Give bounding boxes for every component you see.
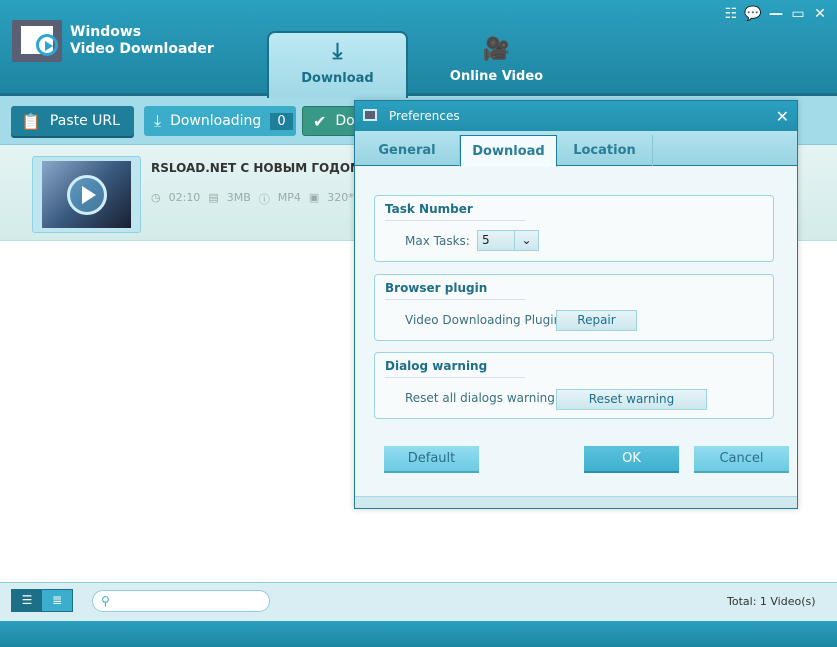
plugin-label: Video Downloading Plugin: (405, 313, 566, 327)
total-count: Total: 1 Video(s) (727, 595, 816, 608)
video-format: MP4 (277, 191, 301, 204)
list-view-icon[interactable]: ≣ (42, 590, 72, 611)
task-number-group: Task Number Max Tasks: 5 ⌄ (374, 195, 774, 262)
app-title: Windows Video Downloader (70, 24, 214, 58)
reset-warning-button[interactable]: Reset warning (556, 389, 707, 410)
max-tasks-select[interactable]: 5 ⌄ (477, 230, 539, 251)
downloading-count-badge: 0 (270, 112, 293, 130)
view-toggle: ☰ ≣ (11, 589, 73, 612)
tab-download-prefs[interactable]: Download (460, 135, 557, 167)
chevron-down-icon[interactable]: ⌄ (514, 231, 538, 250)
tab-download[interactable]: ⤓ Download (267, 31, 408, 98)
app-title-line2: Video Downloader (70, 41, 214, 57)
search-input[interactable]: ⚲ (92, 590, 270, 612)
group-heading: Dialog warning (385, 359, 525, 378)
dialog-warning-group: Dialog warning Reset all dialogs warning… (374, 352, 774, 419)
dialog-tabs: General Download Location (355, 131, 797, 167)
resolution-icon: ▣ (308, 191, 320, 204)
video-duration: 02:10 (168, 191, 201, 204)
group-heading: Browser plugin (385, 281, 525, 300)
tab-general[interactable]: General (355, 135, 460, 166)
dialog-title: Preferences (389, 109, 460, 123)
minimize-icon[interactable]: — (767, 6, 785, 22)
downloading-button[interactable]: ⤓ Downloading 0 (144, 106, 296, 136)
dialog-bottom-strip (355, 496, 797, 508)
file-icon: ▤ (208, 191, 219, 204)
download-tray-icon: ⤓ (332, 39, 343, 64)
paste-url-button[interactable]: 📋 Paste URL (11, 106, 134, 136)
group-heading: Task Number (385, 202, 525, 221)
app-logo-icon (12, 20, 62, 62)
reset-warning-label: Reset all dialogs warning : (405, 391, 563, 405)
downloading-label: Downloading (170, 113, 262, 129)
search-icon: ⚲ (101, 594, 110, 608)
video-title: RSLOAD.NET С НОВЫМ ГОДОМ ! (151, 161, 372, 175)
title-bar: Windows Video Downloader ☷ 💬 — ▭ ✕ (0, 0, 837, 96)
cancel-button[interactable]: Cancel (694, 446, 789, 473)
tab-location[interactable]: Location (557, 135, 653, 166)
paste-icon: 📋 (21, 111, 41, 131)
tab-online-video[interactable]: 🎥 Online Video (426, 31, 567, 96)
ok-button[interactable]: OK (584, 446, 679, 473)
check-circle-icon: ✔ (313, 111, 327, 131)
close-icon[interactable]: ✕ (811, 6, 829, 22)
app-title-line1: Windows (70, 24, 142, 40)
maximize-icon[interactable]: ▭ (789, 6, 807, 22)
video-meta: ◷ 02:10 ▤ 3MB ⓘ MP4 ▣ 320*18 (151, 191, 368, 207)
thumbnail-view-icon[interactable]: ☰ (12, 590, 42, 611)
tab-label: Online Video (449, 69, 544, 84)
repair-button[interactable]: Repair (556, 310, 637, 331)
app-icon (363, 109, 377, 121)
dialog-close-icon[interactable]: ✕ (776, 107, 789, 126)
max-tasks-value: 5 (482, 233, 490, 247)
video-thumbnail[interactable] (32, 156, 141, 233)
video-camera-icon: 🎥 (482, 37, 511, 62)
feedback-icon[interactable]: 💬 (744, 6, 762, 22)
paste-url-label: Paste URL (49, 113, 120, 129)
register-icon[interactable]: ☷ (722, 6, 740, 22)
browser-plugin-group: Browser plugin Video Downloading Plugin:… (374, 274, 774, 341)
default-button[interactable]: Default (384, 446, 479, 473)
max-tasks-label: Max Tasks: (405, 234, 470, 248)
preferences-dialog: Preferences ✕ General Download Location … (354, 100, 798, 509)
video-size: 3MB (226, 191, 251, 204)
tab-label: Download (301, 71, 374, 86)
play-icon[interactable] (67, 175, 107, 215)
status-bar (0, 621, 837, 647)
format-icon: ⓘ (258, 193, 270, 206)
download-arrow-icon: ⤓ (154, 111, 162, 130)
clock-icon: ◷ (151, 191, 161, 204)
dialog-title-bar: Preferences (355, 101, 797, 131)
